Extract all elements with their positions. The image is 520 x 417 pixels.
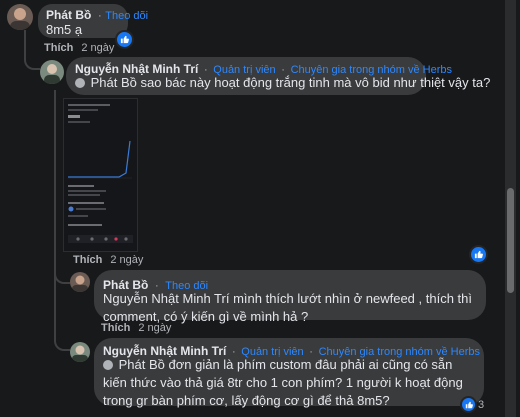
comment-text: Phát Bồ đơn giản là phím custom đâu phải… bbox=[103, 357, 463, 408]
mention[interactable]: Phát Bồ bbox=[119, 357, 165, 372]
thread-connector bbox=[54, 335, 70, 351]
author-name[interactable]: Phát Bồ bbox=[46, 8, 91, 22]
thread-connector bbox=[24, 48, 40, 70]
follow-link[interactable]: Theo dõi bbox=[105, 10, 148, 22]
like-icon[interactable] bbox=[471, 247, 486, 262]
avatar[interactable] bbox=[70, 342, 90, 362]
avatar[interactable] bbox=[70, 272, 90, 292]
avatar[interactable] bbox=[40, 60, 64, 84]
comment-text: 8m5 ạ bbox=[46, 22, 83, 37]
verified-icon bbox=[75, 78, 85, 88]
like-icon bbox=[462, 398, 475, 411]
thread-line-reply bbox=[54, 90, 56, 340]
mention[interactable]: Nguyễn Nhật Minh Trí bbox=[103, 291, 229, 306]
reaction-summary[interactable]: 3 bbox=[462, 398, 484, 411]
comment-actions: Thích 2 ngày bbox=[101, 322, 171, 334]
scrollbar-thumb[interactable] bbox=[507, 188, 514, 293]
timestamp[interactable]: 2 ngày bbox=[138, 322, 171, 334]
reaction-count: 3 bbox=[478, 398, 485, 411]
like-icon[interactable] bbox=[117, 32, 132, 47]
thread-connector bbox=[54, 265, 70, 284]
comment-1-header: Phát Bồ · Theo dõi bbox=[46, 8, 149, 22]
timestamp[interactable]: 2 ngày bbox=[110, 254, 143, 266]
timestamp[interactable]: 2 ngày bbox=[81, 42, 114, 54]
avatar[interactable] bbox=[7, 4, 33, 30]
comment-actions: Thích 2 ngày bbox=[73, 254, 143, 266]
like-button[interactable]: Thích bbox=[73, 254, 102, 266]
like-button[interactable]: Thích bbox=[101, 322, 130, 334]
like-button[interactable]: Thích bbox=[44, 42, 73, 54]
comment-text: Nguyễn Nhật Minh Trí mình thích lướt nhì… bbox=[103, 291, 472, 324]
verified-icon bbox=[103, 360, 113, 370]
comment-text: Phát Bồ sao bác này hoạt động trắng tinh… bbox=[75, 74, 490, 92]
mention[interactable]: Phát Bồ bbox=[91, 75, 137, 90]
attached-image[interactable] bbox=[63, 98, 138, 252]
comment-actions: Thích 2 ngày bbox=[44, 42, 114, 54]
thread-line bbox=[24, 30, 26, 50]
